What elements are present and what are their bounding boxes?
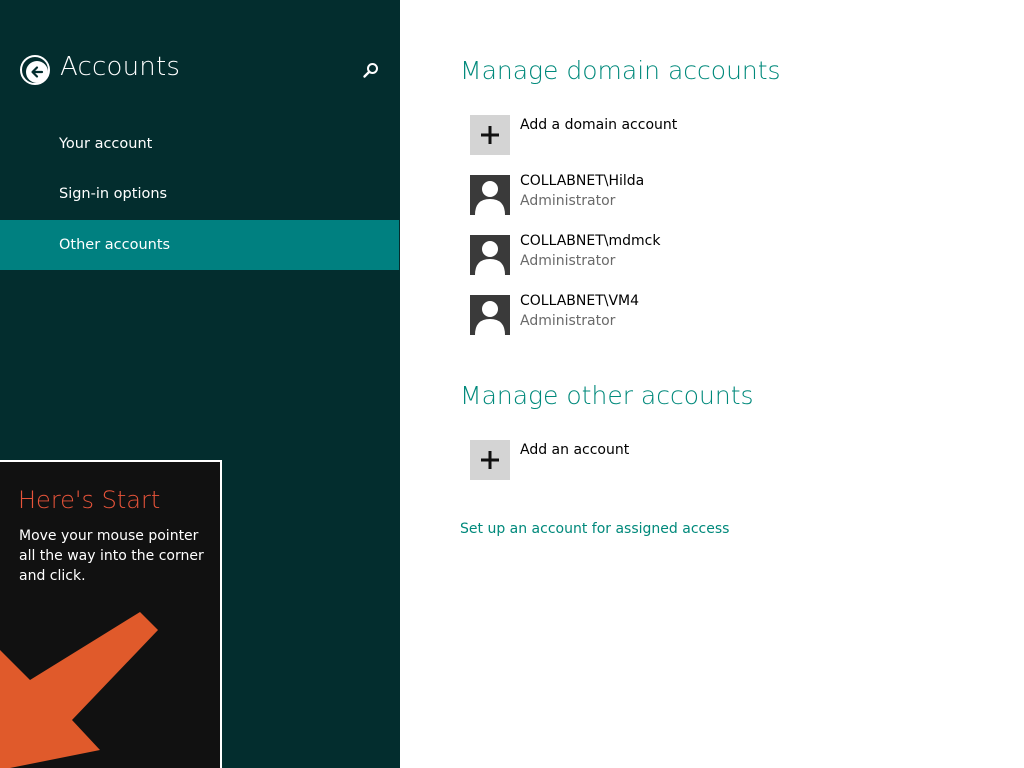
page-title: Accounts: [60, 52, 181, 82]
account-row-hilda[interactable]: COLLABNET\Hilda Administrator: [470, 173, 770, 215]
avatar: [470, 295, 510, 335]
other-accounts-heading: Manage other accounts: [460, 381, 754, 410]
sidebar-item-label: Sign-in options: [59, 186, 168, 202]
search-button[interactable]: [360, 60, 382, 82]
avatar: [470, 175, 510, 215]
sidebar-item-other-accounts[interactable]: Other accounts: [0, 220, 399, 270]
arrow-down-left-icon: [0, 612, 158, 768]
sidebar-item-sign-in-options[interactable]: Sign-in options: [0, 169, 400, 219]
domain-accounts-heading: Manage domain accounts: [460, 56, 781, 85]
tip-body: Move your mouse pointer all the way into…: [19, 528, 204, 584]
start-tip-panel[interactable]: Here's Start Move your mouse pointer all…: [0, 460, 222, 768]
user-icon: [475, 301, 505, 335]
sidebar-item-label: Other accounts: [59, 237, 171, 253]
back-arrow-icon: [26, 61, 48, 83]
add-account-label[interactable]: Add an account: [520, 442, 629, 458]
account-role: Administrator: [520, 253, 616, 269]
add-domain-account-button[interactable]: [470, 115, 510, 155]
back-button[interactable]: [20, 55, 50, 85]
account-name: COLLABNET\Hilda: [520, 173, 645, 189]
plus-icon: [481, 126, 499, 144]
settings-pane: Accounts Your account Sign-in options Ot…: [0, 0, 400, 768]
account-name: COLLABNET\VM4: [520, 293, 640, 309]
avatar: [470, 235, 510, 275]
assigned-access-link[interactable]: Set up an account for assigned access: [460, 521, 729, 537]
user-icon: [475, 241, 505, 275]
user-icon: [475, 181, 505, 215]
account-row-vm4[interactable]: COLLABNET\VM4 Administrator: [470, 293, 770, 335]
account-role: Administrator: [520, 193, 616, 209]
add-account-button[interactable]: [470, 440, 510, 480]
account-name: COLLABNET\mdmck: [520, 233, 661, 249]
sidebar-item-label: Your account: [59, 136, 153, 152]
plus-icon: [481, 451, 499, 469]
account-role: Administrator: [520, 313, 616, 329]
account-row-mdmck[interactable]: COLLABNET\mdmck Administrator: [470, 233, 770, 275]
search-icon: [363, 63, 378, 78]
tip-title: Here's Start: [18, 486, 161, 514]
add-domain-account-label[interactable]: Add a domain account: [520, 117, 677, 133]
sidebar-item-your-account[interactable]: Your account: [0, 119, 400, 169]
